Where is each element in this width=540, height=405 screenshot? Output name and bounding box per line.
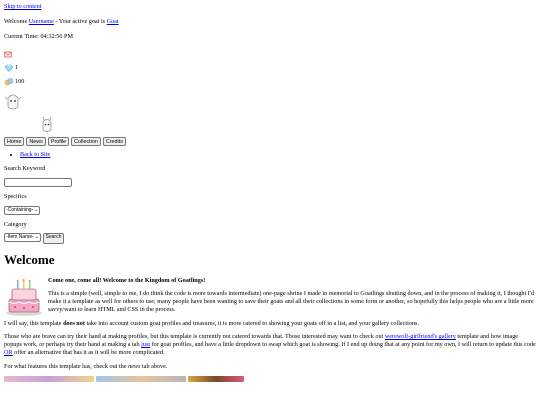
time-value: 04:32:56 PM: [40, 32, 73, 40]
goat-avatar-icon[interactable]: [4, 92, 22, 112]
active-goat-label: - Your active goat is: [53, 17, 107, 25]
intro-text: Come one, come all! Welcome to the Kingd…: [48, 277, 536, 320]
search-form: Search Keyword Specifics -Containing- ⌄ …: [4, 165, 536, 245]
disclaimer-text-b: take into account custom goat profiles a…: [84, 319, 420, 327]
gallery-thumbnail[interactable]: [4, 376, 94, 383]
skip-to-content-link[interactable]: Skip to content: [4, 3, 41, 10]
back-to-site-link[interactable]: Back to Site: [20, 151, 50, 158]
coin-icon: [4, 78, 14, 86]
chevron-down-icon: ⌄: [34, 206, 39, 213]
page: Skip to content Welcome Username - Your …: [4, 3, 536, 383]
welcome-prefix: Welcome: [4, 17, 29, 25]
search-button[interactable]: Search: [42, 233, 65, 245]
intro-block: Come one, come all! Welcome to the Kingd…: [4, 277, 536, 320]
username-link[interactable]: Username: [29, 18, 54, 25]
intro-heading: Come one, come all! Welcome to the Kingd…: [48, 276, 206, 284]
current-time: Current Time: 04:32:56 PM: [4, 33, 536, 41]
gem-icon: [4, 64, 14, 73]
profiles-text-a: Those who are brave can try their hand a…: [4, 333, 385, 341]
specifics-select[interactable]: -Containing- ⌄: [4, 205, 41, 215]
or-link[interactable]: OR: [4, 349, 13, 356]
gems-row: 1: [4, 61, 536, 75]
skip-to-content-link-row: Skip to content: [4, 3, 536, 11]
profiles-text-d: offer an alternative that has it as it w…: [12, 348, 165, 356]
main-nav: Home News Profile Collection Credits: [4, 137, 536, 147]
goat-sprite-row: [4, 116, 536, 136]
specifics-selected-value: -Containing-: [6, 206, 34, 213]
just-link[interactable]: just: [141, 341, 150, 348]
category-label: Category: [4, 220, 27, 228]
back-list: Back to Site: [4, 151, 536, 159]
gallery-thumbnail[interactable]: [188, 376, 244, 383]
disclaimer-text-a: I will say, this template: [4, 319, 64, 327]
news-emphasis: news: [128, 362, 141, 370]
mail-icon[interactable]: [4, 51, 12, 58]
features-paragraph: For what features this template has, che…: [4, 363, 536, 371]
profiles-paragraph: Those who are brave can try their hand a…: [4, 333, 536, 356]
features-text-b: tab above.: [140, 362, 168, 370]
features-text-a: For what features this template has, che…: [4, 362, 129, 370]
gallery-thumbnail[interactable]: [96, 376, 186, 383]
search-keyword-input[interactable]: [4, 177, 72, 187]
nav-credits-button[interactable]: Credits: [102, 137, 126, 147]
nav-news-button[interactable]: News: [26, 137, 46, 147]
active-goat-avatar-row: [4, 92, 536, 114]
nav-profile-button[interactable]: Profile: [47, 137, 70, 147]
welcome-bar: Welcome Username - Your active goat is G…: [4, 18, 536, 26]
gems-count: 1: [15, 64, 19, 72]
profiles-text-c: for goat profiles, and have a little dro…: [150, 341, 536, 348]
gallery-link[interactable]: werewolf-girlfriend's gallery: [385, 333, 456, 340]
mail-row: [4, 47, 536, 61]
specifics-label: Specifics: [4, 192, 27, 200]
disclaimer-bold: does not: [63, 319, 85, 327]
category-select[interactable]: -Item Name- ⌄: [4, 233, 41, 243]
chevron-down-icon: ⌄: [34, 234, 39, 241]
goat-sprite-icon: [42, 117, 52, 133]
active-goat-link[interactable]: Goat: [107, 18, 119, 25]
coins-row: 100: [4, 75, 536, 89]
category-selected-value: -Item Name-: [6, 234, 34, 241]
coins-count: 100: [15, 78, 25, 86]
search-keyword-label: Search Keyword: [4, 165, 46, 172]
nav-collection-button[interactable]: Collection: [71, 137, 101, 147]
birthday-cake-image: [6, 278, 42, 316]
time-label: Current Time:: [4, 32, 41, 40]
nav-home-button[interactable]: Home: [4, 137, 25, 147]
back-list-item: Back to Site: [20, 151, 536, 159]
gallery-thumbnails: [4, 376, 536, 383]
page-title: Welcome: [4, 252, 55, 268]
intro-paragraph: This is a simple (well, simple to me, I …: [48, 290, 535, 313]
disclaimer-paragraph: I will say, this template does not take …: [4, 320, 536, 328]
